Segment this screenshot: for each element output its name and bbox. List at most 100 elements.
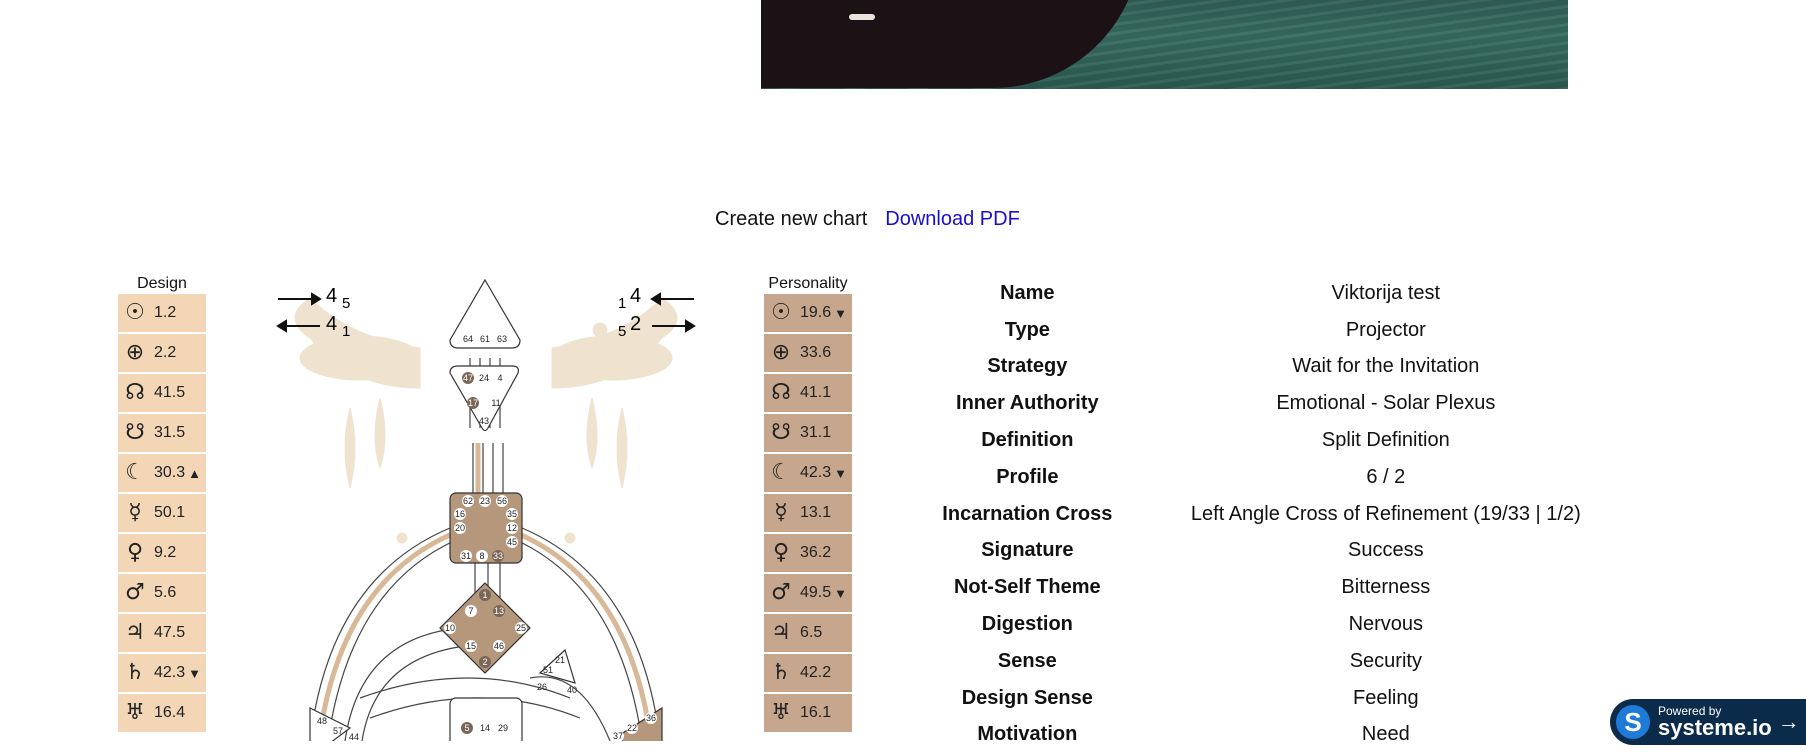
gate-label: 37 xyxy=(613,731,623,741)
property-row: Incarnation Cross Left Angle Cross of Ref… xyxy=(920,496,1620,533)
saturn-icon: ♄ xyxy=(125,660,145,685)
detriment-arrow-icon: ▼ xyxy=(834,585,848,601)
planet-row: ♄ 42.3 ▼ xyxy=(118,654,206,692)
gate-label: 56 xyxy=(497,496,507,506)
gate-label: 62 xyxy=(463,496,473,506)
planet-row: ☿ 50.1 xyxy=(118,494,206,532)
left-bottom-small: 1 xyxy=(342,323,350,340)
gate-label: 26 xyxy=(537,682,547,692)
planet-gate-value: 33.6 xyxy=(800,344,832,361)
gate-label: 51 xyxy=(543,665,553,675)
gate-label: 61 xyxy=(480,334,490,344)
planet-row: ☋ 31.5 xyxy=(118,414,206,452)
gate-label: 63 xyxy=(497,334,507,344)
uranus-icon: ♅ xyxy=(125,700,145,725)
planet-gate-value: 50.1 xyxy=(154,504,186,521)
gate-label: 10 xyxy=(445,623,455,633)
left-top-small: 5 xyxy=(342,295,350,312)
planet-row: ♄ 42.2 xyxy=(764,654,852,692)
property-value: Need xyxy=(1361,723,1410,746)
property-row: Not-Self Theme Bitterness xyxy=(920,569,1620,606)
property-key: Profile xyxy=(996,465,1059,488)
left-bottom-big: 4 xyxy=(326,313,337,335)
gate-label: 48 xyxy=(317,716,327,726)
jupiter-icon: ♃ xyxy=(771,620,791,645)
property-key: Type xyxy=(1004,318,1050,341)
property-row: Sense Security xyxy=(920,643,1620,680)
planet-row: ♅ 16.4 xyxy=(118,694,206,732)
gate-label: 36 xyxy=(646,713,656,723)
planet-row: ♀ 36.2 xyxy=(764,534,852,572)
property-key: Name xyxy=(1000,281,1055,304)
gate-label: 46 xyxy=(494,641,504,651)
property-value: Success xyxy=(1348,539,1424,562)
property-value: Feeling xyxy=(1353,686,1419,709)
mercury-icon: ☿ xyxy=(774,500,788,525)
bodygraph-chart: 4 5 4 1 1 4 5 2 64 61 63 47 24 4 17 11 4… xyxy=(270,278,702,753)
planet-row: ☋ 31.1 xyxy=(764,414,852,452)
right-bottom-small: 5 xyxy=(618,323,626,340)
planet-row: ☊ 41.5 xyxy=(118,374,206,412)
property-value: Security xyxy=(1349,649,1422,672)
gate-label: 17 xyxy=(468,398,478,408)
gate-label: 16 xyxy=(455,509,465,519)
planet-gate-value: 49.5 xyxy=(800,584,832,601)
right-bottom-big: 2 xyxy=(630,313,641,335)
moon-icon: ☾ xyxy=(125,460,145,485)
venus-icon: ♀ xyxy=(772,540,790,565)
planet-row: ☾ 30.3 ▲ xyxy=(118,454,206,492)
badge-text: Powered by systeme.io xyxy=(1658,705,1772,739)
gate-label: 29 xyxy=(498,723,508,733)
property-row: Strategy Wait for the Invitation xyxy=(920,349,1620,386)
boat-marking xyxy=(849,14,875,20)
property-row: Signature Success xyxy=(920,533,1620,570)
property-value: Left Angle Cross of Refinement (19/33 | … xyxy=(1190,502,1581,525)
arrow-right-icon: → xyxy=(1777,709,1800,734)
right-top-small: 1 xyxy=(618,295,626,312)
property-row: Design Sense Feeling xyxy=(920,680,1620,717)
planet-gate-value: 16.4 xyxy=(154,704,186,721)
mars-icon: ♂ xyxy=(125,580,145,605)
gate-label: 12 xyxy=(507,523,517,533)
powered-by-badge[interactable]: S Powered by systeme.io → xyxy=(1610,699,1806,745)
planet-row: ☿ 13.1 xyxy=(764,494,852,532)
detriment-arrow-icon: ▼ xyxy=(188,665,202,681)
chart-properties: Name Viktorija test Type Projector Strategy W… xyxy=(920,275,1620,753)
chart-actions: Create new chart Download PDF xyxy=(715,208,1020,231)
property-row: Inner Authority Emotional - Solar Plexus xyxy=(920,385,1620,422)
uranus-icon: ♅ xyxy=(771,700,791,725)
design-column-title: Design xyxy=(137,275,187,292)
earth-icon: ⊕ xyxy=(125,340,145,365)
create-new-chart-link[interactable]: Create new chart xyxy=(715,208,867,231)
gate-label: 20 xyxy=(455,523,465,533)
planet-row: ☉ 19.6 ▼ xyxy=(764,294,852,332)
property-key: Not-Self Theme xyxy=(953,576,1101,599)
gate-label: 4 xyxy=(497,373,502,383)
mars-icon: ♂ xyxy=(771,580,791,605)
download-pdf-link[interactable]: Download PDF xyxy=(885,208,1020,231)
property-key: Sense xyxy=(997,649,1057,672)
south-node-icon: ☋ xyxy=(771,420,791,445)
property-key: Definition xyxy=(981,429,1074,452)
planet-gate-value: 16.1 xyxy=(800,704,832,721)
gate-label: 64 xyxy=(463,334,473,344)
planet-gate-value: 36.2 xyxy=(800,544,832,561)
gate-label: 40 xyxy=(567,685,577,695)
jupiter-icon: ♃ xyxy=(125,620,145,645)
gate-label: 15 xyxy=(466,641,476,651)
property-value: 6 / 2 xyxy=(1366,465,1406,488)
north-node-icon: ☊ xyxy=(125,380,145,405)
property-value: Bitterness xyxy=(1341,576,1431,599)
property-key: Design Sense xyxy=(961,686,1093,709)
planet-row: ♃ 6.5 xyxy=(764,614,852,652)
exalted-arrow-icon: ▲ xyxy=(188,465,202,481)
saturn-icon: ♄ xyxy=(771,660,791,685)
gate-label: 47 xyxy=(463,373,473,383)
property-key: Digestion xyxy=(981,613,1073,636)
planet-gate-value: 42.3 xyxy=(800,464,832,481)
gate-label: 13 xyxy=(494,606,504,616)
sun-icon: ☉ xyxy=(771,300,791,325)
personality-planets: ☉ 19.6 ▼ ⊕ 33.6 ☊ 41.1 ☋ 31.1 ☾ 42.3 ▼ ☿ 13.1 ♀ 36.2 ♂ 49… xyxy=(764,294,852,734)
systeme-logo-icon: S xyxy=(1616,705,1650,739)
mercury-icon: ☿ xyxy=(128,500,142,525)
